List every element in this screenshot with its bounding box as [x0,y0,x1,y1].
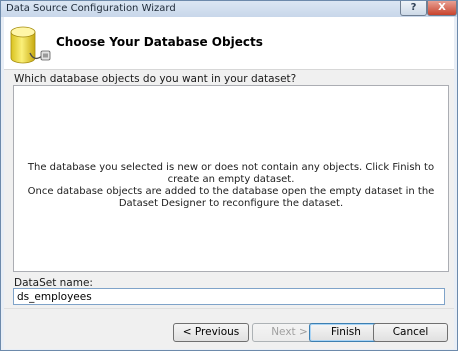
help-icon: ? [410,2,417,13]
title-bar: Data Source Configuration Wizard ? X [1,1,457,17]
dataset-name-input[interactable] [13,288,445,305]
window-title: Data Source Configuration Wizard [6,3,176,14]
previous-button[interactable]: < Previous [173,323,249,342]
database-icon [10,26,51,64]
cancel-button[interactable]: Cancel [373,323,448,342]
finish-button[interactable]: Finish [309,323,383,342]
empty-message-line-2: Once database objects are added to the d… [27,186,435,209]
wizard-window: Data Source Configuration Wizard ? X Cho… [0,0,458,351]
objects-question-label: Which database objects do you want in yo… [14,73,297,85]
page-title: Choose Your Database Objects [56,35,263,49]
help-button[interactable]: ? [400,1,427,16]
wizard-header: Choose Your Database Objects [4,17,454,70]
wizard-content: Which database objects do you want in yo… [4,70,454,349]
database-objects-tree[interactable]: The database you selected is new or does… [13,85,449,272]
empty-message-line-1: The database you selected is new or does… [27,162,435,185]
close-icon: X [438,2,446,13]
footer-divider [4,308,454,309]
empty-database-message: The database you selected is new or does… [20,162,442,210]
close-button[interactable]: X [427,1,457,16]
